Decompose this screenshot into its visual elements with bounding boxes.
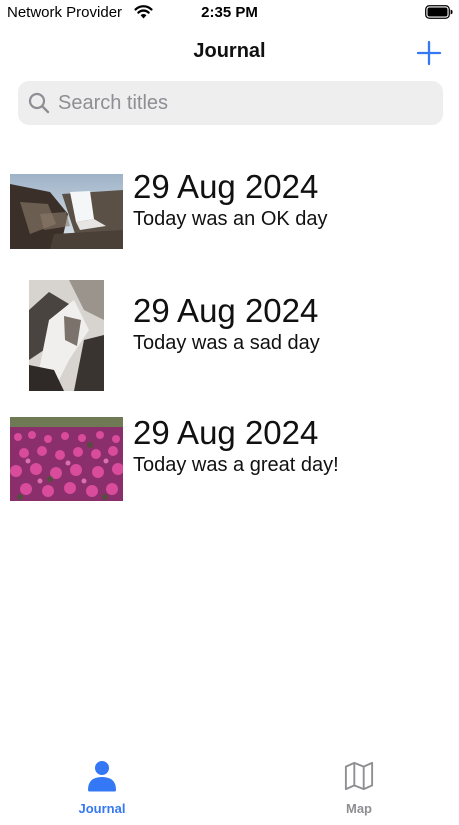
- entry-text: Today was a great day!: [133, 454, 339, 476]
- status-bar: Network Provider 2:35 PM: [0, 0, 459, 26]
- person-icon: [88, 761, 116, 792]
- entry-date: 29 Aug 2024: [133, 292, 319, 329]
- entry-thumbnail: [10, 174, 123, 249]
- journal-entry-row[interactable]: 29 Aug 2024 Today was a great day!: [0, 412, 459, 522]
- status-time: 2:35 PM: [201, 4, 258, 21]
- tab-map[interactable]: Map: [299, 760, 419, 820]
- entry-date: 29 Aug 2024: [133, 414, 319, 451]
- tab-label: Journal: [78, 801, 126, 816]
- journal-entry-row[interactable]: 29 Aug 2024 Today was an OK day: [0, 168, 459, 278]
- entry-text: Today was an OK day: [133, 208, 328, 230]
- search-field[interactable]: [18, 81, 443, 125]
- entry-thumbnail: [10, 417, 123, 501]
- add-entry-button[interactable]: [412, 36, 446, 70]
- journal-screen: Network Provider 2:35 PM Journal Search …: [0, 0, 459, 825]
- page-title: Journal: [193, 40, 266, 62]
- search-icon: [28, 92, 50, 114]
- plus-icon: [416, 40, 442, 66]
- battery-icon: [425, 5, 453, 19]
- tab-bar: Journal Map: [0, 752, 459, 825]
- journal-entry-row[interactable]: 29 Aug 2024 Today was a sad day: [0, 278, 459, 391]
- tab-journal[interactable]: Journal: [42, 760, 162, 820]
- entry-date: 29 Aug 2024: [133, 168, 319, 205]
- entry-thumbnail: [29, 280, 104, 391]
- tab-label: Map: [346, 801, 372, 816]
- search-input[interactable]: [58, 91, 418, 115]
- entry-text: Today was a sad day: [133, 332, 320, 354]
- map-icon: [344, 761, 374, 791]
